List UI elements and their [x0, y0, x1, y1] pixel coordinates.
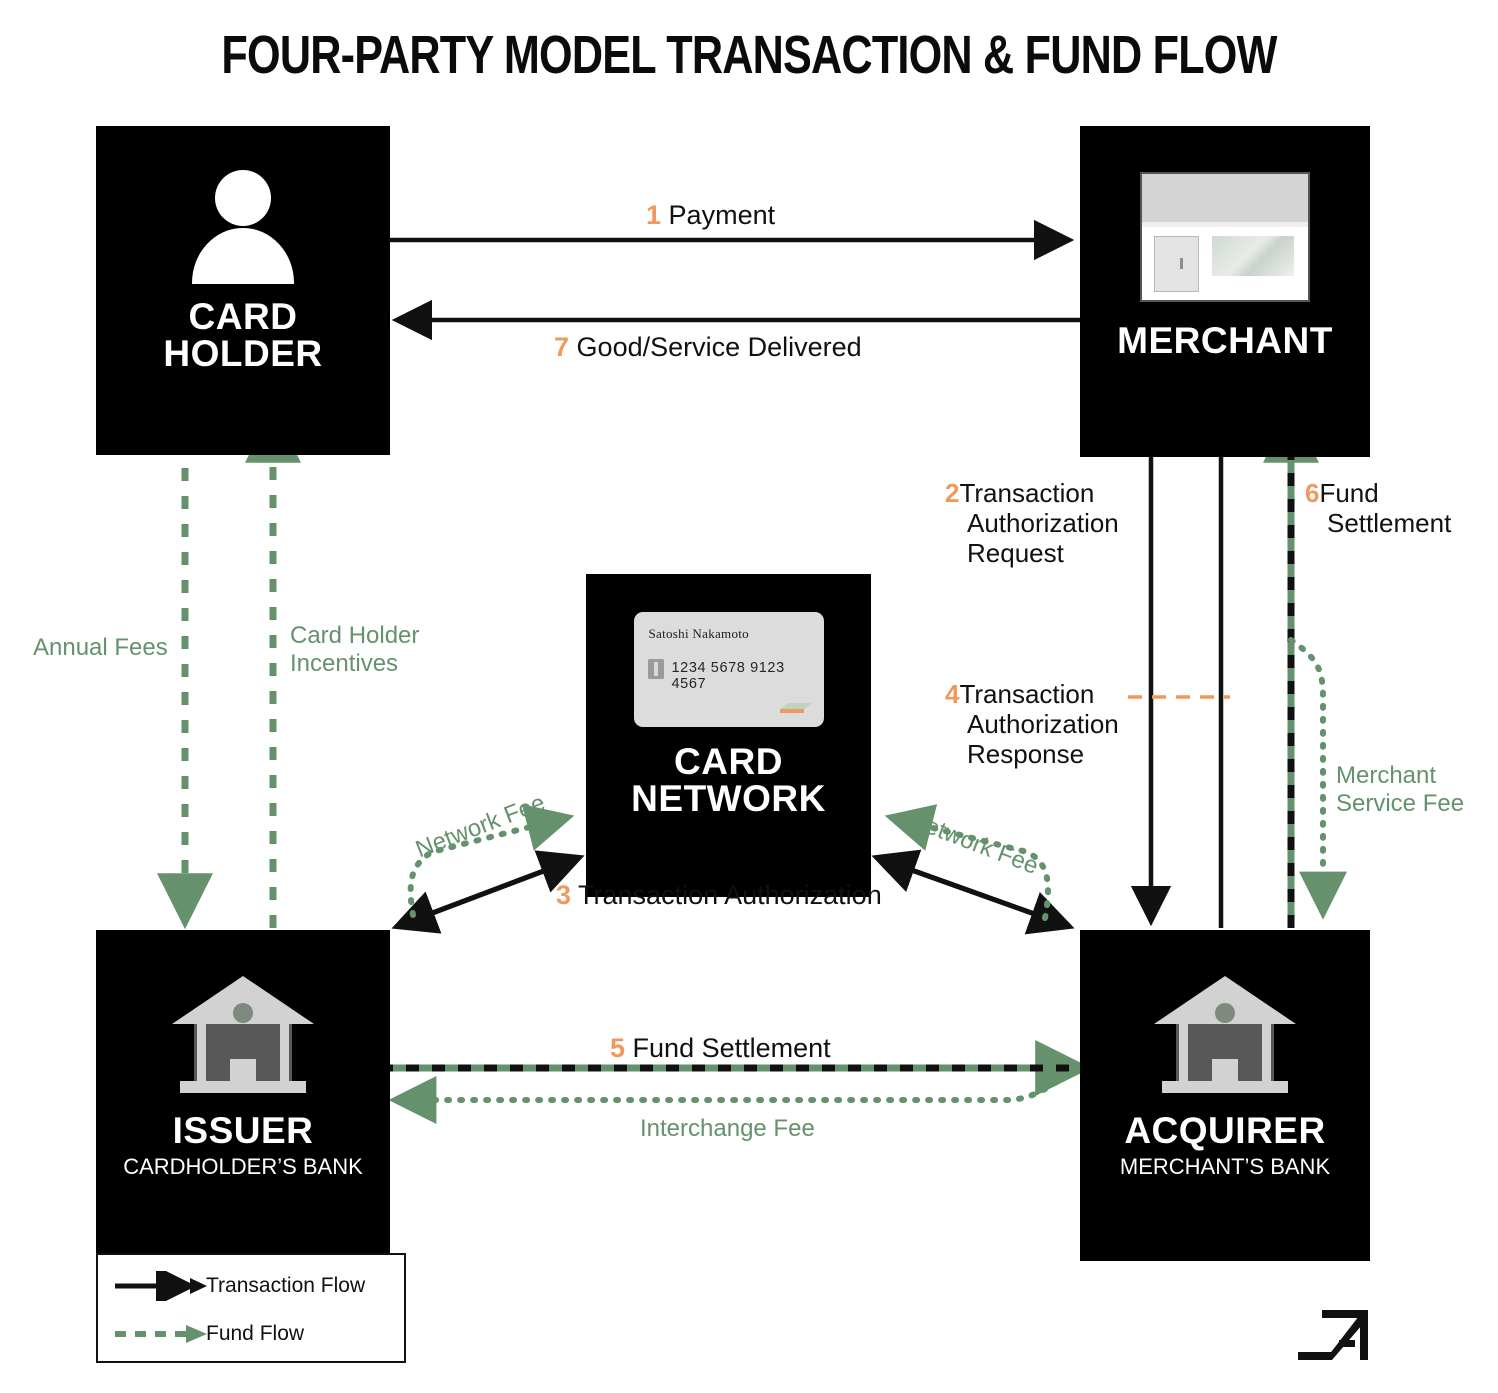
node-acquirer-subtitle: MERCHANT’S BANK	[1119, 1154, 1331, 1179]
label-step-7: 7 Good/Service Delivered	[554, 332, 862, 363]
step-label-5: Fund Settlement	[632, 1033, 831, 1063]
label-annual-fees: Annual Fees	[33, 634, 168, 661]
card-holder-name: Satoshi Nakamoto	[648, 626, 749, 641]
label-step-6: 6Fund Settlement	[1305, 478, 1451, 538]
step-number-6: 6	[1305, 478, 1320, 508]
node-merchant-title: MERCHANT	[1117, 320, 1333, 361]
label-merchant-service-fee-line2: Service Fee	[1336, 789, 1465, 817]
node-card-network-title: CARD NETWORK	[631, 741, 826, 819]
label-step-1: 1 Payment	[646, 200, 775, 231]
label-merchant-service-fee: Merchant Service Fee	[1336, 762, 1464, 818]
arrow-merchant-service-fee	[1288, 637, 1347, 920]
legend-label-fund-flow: Fund Flow	[206, 1322, 305, 1345]
transaction-flow-arrow-icon	[115, 1271, 207, 1301]
arrow-a-logo	[1298, 1310, 1368, 1360]
bank-icon	[1154, 976, 1296, 1096]
step-label-4-line2: Authorization	[967, 709, 1119, 740]
brand-logo-icon	[779, 703, 812, 713]
step-label-2-line3: Request	[967, 538, 1064, 569]
node-issuer[interactable]: ISSUER CARDHOLDER’S BANK	[96, 930, 390, 1261]
label-cardholder-incentives: Card Holder Incentives	[290, 622, 419, 678]
step-label-3: Transaction Authorization	[578, 880, 882, 910]
node-cardholder-title: CARD HOLDER	[163, 296, 323, 374]
step-label-4-line3: Response	[967, 739, 1085, 770]
diagram-canvas: FOUR-PARTY MODEL TRANSACTION & FUND FLOW	[0, 0, 1498, 1393]
node-issuer-subtitle: CARDHOLDER’S BANK	[123, 1154, 363, 1179]
credit-card-icon: Satoshi Nakamoto 1234 5678 9123 4567	[633, 612, 824, 727]
person-icon	[188, 170, 298, 288]
node-acquirer-title: ACQUIRER	[1124, 1110, 1326, 1151]
label-step-4: 4Transaction Authorization Response	[945, 679, 1119, 769]
step-label-6-line1: Fund	[1319, 478, 1379, 508]
label-step-3: 3 Transaction Authorization	[556, 880, 882, 911]
step-number-5: 5	[610, 1033, 626, 1063]
arrow-auth-network-issuer	[391, 855, 579, 934]
step-number-4: 4	[945, 679, 960, 709]
label-interchange-fee: Interchange Fee	[640, 1115, 815, 1142]
step-number-7: 7	[554, 332, 570, 362]
fund-flow-arrow-icon	[115, 1325, 207, 1343]
step-label-2-line1: Transaction	[959, 478, 1095, 508]
bank-icon	[172, 976, 314, 1096]
label-step-5: 5 Fund Settlement	[610, 1033, 831, 1064]
chip-icon	[647, 659, 664, 679]
legend: Transaction Flow Fund Flow	[96, 1253, 406, 1363]
step-number-3: 3	[556, 880, 572, 910]
step-label-7: Good/Service Delivered	[576, 332, 862, 362]
step-label-1: Payment	[668, 200, 776, 230]
arrow-interchange-fee	[388, 1065, 1081, 1124]
step-label-6-line2: Settlement	[1327, 508, 1452, 539]
step-number-2: 2	[945, 478, 960, 508]
legend-row-fund-flow: Fund Flow	[98, 1315, 404, 1355]
node-merchant[interactable]: MERCHANT	[1080, 126, 1370, 457]
step-label-2-line2: Authorization	[967, 508, 1119, 539]
node-card-network[interactable]: Satoshi Nakamoto 1234 5678 9123 4567 CAR…	[586, 574, 871, 897]
step-number-1: 1	[646, 200, 662, 230]
storefront-icon	[1140, 172, 1310, 302]
card-number: 1234 5678 9123 4567	[671, 660, 785, 692]
label-cardholder-incentives-line2: Incentives	[290, 649, 399, 677]
label-merchant-service-fee-line1: Merchant	[1336, 762, 1437, 789]
arrow-auth-acquirer-network	[871, 849, 1069, 929]
legend-label-transaction-flow: Transaction Flow	[206, 1274, 366, 1297]
label-cardholder-incentives-line1: Card Holder	[290, 622, 420, 649]
node-cardholder[interactable]: CARD HOLDER	[96, 126, 390, 455]
legend-row-transaction-flow: Transaction Flow	[98, 1267, 404, 1307]
label-step-2: 2Transaction Authorization Request	[945, 478, 1119, 568]
step-label-4-line1: Transaction	[959, 679, 1095, 709]
node-acquirer[interactable]: ACQUIRER MERCHANT’S BANK	[1080, 930, 1370, 1261]
node-issuer-title: ISSUER	[172, 1110, 314, 1151]
